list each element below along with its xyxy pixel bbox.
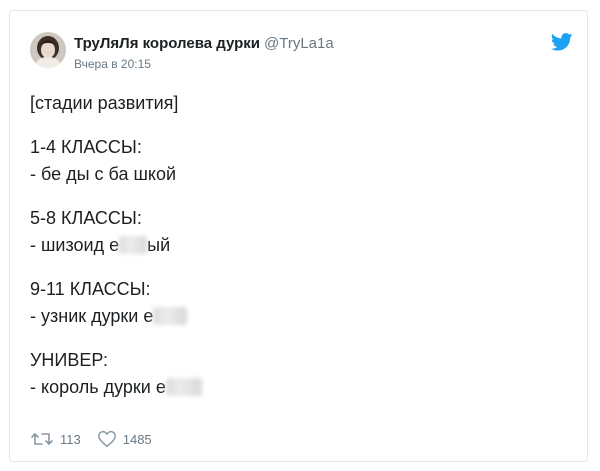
tweet-card: ТруЛяЛя королева дурки @TryLa1a Вчера в 2… [9,10,588,462]
avatar-image [30,32,66,68]
author-handle[interactable]: @TryLa1a [264,35,334,52]
tweet-line: [стадии развития] [30,93,179,113]
author-line[interactable]: ТруЛяЛя королева дурки @TryLa1a [74,35,334,52]
tweet-line: - король дурки е [30,374,570,401]
censor-blur [153,307,188,325]
tweet-line: 9-11 КЛАССЫ: [30,279,151,299]
tweet-line: - шизоид е ый [30,232,570,259]
like-button[interactable]: 1485 [97,430,152,448]
censor-blur [119,236,148,254]
censor-blur [165,378,202,396]
tweet-timestamp[interactable]: Вчера в 20:15 [74,57,151,71]
tweet-body: [стадии развития] 1-4 КЛАССЫ: - бе ды с … [30,90,570,401]
author-name[interactable]: ТруЛяЛя королева дурки [74,35,260,52]
tweet-line: - узник дурки е [30,303,570,330]
retweet-count: 113 [60,431,81,447]
tweet-line: УНИВЕР: [30,350,108,370]
like-count: 1485 [122,431,152,447]
tweet-text-segment: - узник дурки е [30,306,154,326]
twitter-bird-icon[interactable] [551,33,573,51]
tweet-text-segment: - король дурки е [30,377,166,397]
tweet-text-segment: - шизоид е [30,235,120,255]
tweet-actions: 113 1485 [30,429,168,449]
retweet-button[interactable]: 113 [30,431,81,447]
tweet-line: 5-8 КЛАССЫ: [30,208,142,228]
heart-icon [97,430,116,448]
retweet-icon [31,433,53,445]
tweet-text-segment: ый [147,235,171,255]
avatar[interactable] [30,32,66,68]
tweet-line: 1-4 КЛАССЫ: [30,137,142,157]
tweet-line: - бе ды с ба шкой [30,164,177,184]
